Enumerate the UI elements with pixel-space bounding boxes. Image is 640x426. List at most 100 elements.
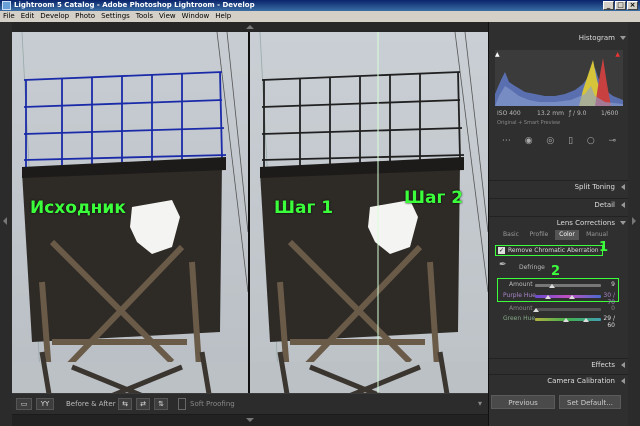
tab-color[interactable]: Color bbox=[555, 230, 579, 240]
lens-corrections-header[interactable]: Lens Corrections bbox=[489, 216, 629, 228]
amount2-knob[interactable] bbox=[533, 308, 539, 312]
window-controls: _ □ × bbox=[603, 1, 638, 10]
effects-header[interactable]: Effects bbox=[489, 358, 629, 370]
detail-header[interactable]: Detail bbox=[489, 198, 629, 210]
swap-before-after-button[interactable]: ⇅ bbox=[154, 398, 168, 410]
maximize-button[interactable]: □ bbox=[615, 1, 626, 10]
viewer-toolbar: ▭ YY Before & After : ⇆ ⇄ ⇅ Soft Proofin… bbox=[12, 393, 488, 414]
remove-ca-row[interactable]: ✓ Remove Chromatic Aberration bbox=[495, 245, 603, 256]
caption-step2: Шаг 2 bbox=[404, 188, 464, 208]
amount2-slider[interactable] bbox=[535, 308, 601, 311]
green-hue-knob-high[interactable] bbox=[583, 318, 589, 322]
shadow-clipping-icon[interactable]: ▲ bbox=[495, 51, 500, 58]
tool-strip: ⋯ ◉ ◎ ▯ ○ ⊸ bbox=[495, 132, 623, 150]
soft-proofing-label: Soft Proofing bbox=[190, 400, 235, 408]
tab-profile[interactable]: Profile bbox=[525, 230, 553, 240]
menu-photo[interactable]: Photo bbox=[72, 11, 98, 22]
split-toning-header[interactable]: Split Toning bbox=[489, 180, 629, 192]
amount2-label: Amount bbox=[509, 305, 533, 312]
menu-window[interactable]: Window bbox=[179, 11, 213, 22]
purple-hue-knob-high[interactable] bbox=[569, 295, 575, 299]
graduated-filter-icon[interactable]: ▯ bbox=[568, 136, 573, 146]
highlight-clipping-icon[interactable]: ▲ bbox=[615, 51, 620, 58]
expand-split-toning-icon[interactable] bbox=[621, 184, 625, 190]
toolbar-menu-icon[interactable]: ▾ bbox=[478, 399, 482, 408]
collapse-histogram-icon[interactable] bbox=[620, 36, 626, 40]
amount1-value: 9 bbox=[611, 281, 615, 288]
filmstrip-collapsed[interactable] bbox=[12, 415, 488, 426]
expand-detail-icon[interactable] bbox=[621, 202, 625, 208]
photo-original bbox=[12, 32, 248, 412]
loupe-view-button[interactable]: ▭ bbox=[16, 398, 32, 410]
camera-calibration-title: Camera Calibration bbox=[547, 377, 615, 385]
previous-button[interactable]: Previous bbox=[491, 395, 555, 409]
green-hue-knob-low[interactable] bbox=[563, 318, 569, 322]
radial-filter-icon[interactable]: ○ bbox=[587, 136, 595, 146]
window-title: Lightroom 5 Catalog - Adobe Photoshop Li… bbox=[14, 1, 255, 9]
collapse-lens-corrections-icon[interactable] bbox=[620, 221, 626, 225]
lens-tabs: Basic Profile Color Manual bbox=[499, 230, 611, 240]
camera-calibration-header[interactable]: Camera Calibration bbox=[489, 374, 629, 386]
expand-top-icon[interactable] bbox=[246, 25, 254, 29]
after-image: Шаг 1 Шаг 2 bbox=[250, 32, 488, 412]
caption-step1: Шаг 1 bbox=[274, 198, 334, 218]
expand-left-icon[interactable] bbox=[3, 217, 7, 225]
before-after-view-button[interactable]: YY bbox=[36, 398, 54, 410]
purple-hue-knob-low[interactable] bbox=[545, 295, 551, 299]
app-window: Lightroom 5 Catalog - Adobe Photoshop Li… bbox=[0, 0, 640, 426]
expand-filmstrip-icon[interactable] bbox=[246, 418, 254, 422]
minimize-button[interactable]: _ bbox=[603, 1, 614, 10]
amount2-value: 0 bbox=[611, 305, 615, 312]
copy-before-to-after-button[interactable]: ⇆ bbox=[118, 398, 132, 410]
menu-edit[interactable]: Edit bbox=[18, 11, 38, 22]
right-edge-collapse[interactable] bbox=[628, 22, 640, 426]
red-eye-icon[interactable]: ◎ bbox=[546, 136, 554, 146]
adjustment-brush-icon[interactable]: ⊸ bbox=[609, 136, 617, 146]
remove-ca-checkbox[interactable]: ✓ bbox=[498, 247, 505, 254]
collapse-right-icon[interactable] bbox=[632, 217, 636, 225]
eyedropper-icon[interactable]: ✒ bbox=[499, 260, 507, 270]
menu-settings[interactable]: Settings bbox=[98, 11, 133, 22]
split-toning-title: Split Toning bbox=[574, 183, 615, 191]
before-after-viewer[interactable]: Исходник Шаг 1 Шаг 2 bbox=[12, 32, 488, 412]
expand-effects-icon[interactable] bbox=[621, 362, 625, 368]
detail-title: Detail bbox=[594, 201, 615, 209]
develop-workspace: Исходник Шаг 1 Шаг 2 ▭ YY Before & After… bbox=[0, 22, 640, 426]
amount1-slider[interactable] bbox=[535, 284, 601, 287]
histogram-title: Histogram bbox=[578, 34, 615, 42]
expand-camera-calibration-icon[interactable] bbox=[621, 378, 625, 384]
set-default-button[interactable]: Set Default... bbox=[559, 395, 621, 409]
left-panel-collapsed[interactable] bbox=[0, 22, 12, 426]
histogram-graph bbox=[495, 50, 623, 106]
histogram-shutter: 1/600 bbox=[601, 110, 619, 117]
defringe-title: Defringe bbox=[519, 264, 545, 271]
top-panel-collapsed[interactable] bbox=[12, 22, 488, 32]
histogram-header[interactable]: Histogram bbox=[489, 32, 629, 44]
copy-after-to-before-button[interactable]: ⇄ bbox=[136, 398, 150, 410]
histogram-aperture: ƒ / 9.0 bbox=[569, 110, 587, 117]
histogram-focal: 13.2 mm bbox=[537, 110, 564, 117]
photo-corrected bbox=[250, 32, 488, 412]
purple-hue-value: 30 / 70 bbox=[603, 292, 615, 306]
menu-file[interactable]: File bbox=[0, 11, 18, 22]
menu-develop[interactable]: Develop bbox=[37, 11, 72, 22]
tab-manual[interactable]: Manual bbox=[583, 230, 611, 240]
tab-basic[interactable]: Basic bbox=[499, 230, 523, 240]
amount1-knob[interactable] bbox=[549, 284, 555, 288]
right-panel: Histogram ▲ ▲ ISO 400 13.2 mm ƒ / 9.0 1/… bbox=[488, 22, 629, 426]
remove-ca-label: Remove Chromatic Aberration bbox=[508, 247, 599, 254]
title-bar: Lightroom 5 Catalog - Adobe Photoshop Li… bbox=[0, 0, 640, 11]
menu-tools[interactable]: Tools bbox=[133, 11, 156, 22]
annotation-1: 1 bbox=[599, 240, 609, 255]
spot-removal-icon[interactable]: ◉ bbox=[525, 136, 533, 146]
caption-original: Исходник bbox=[30, 198, 126, 218]
preview-status: Original + Smart Preview bbox=[497, 120, 561, 126]
crop-tool-icon[interactable]: ⋯ bbox=[502, 136, 511, 146]
green-hue-value: 29 / 60 bbox=[603, 315, 615, 329]
menu-help[interactable]: Help bbox=[212, 11, 234, 22]
close-button[interactable]: × bbox=[627, 1, 638, 10]
purple-hue-label: Purple Hue bbox=[503, 292, 536, 299]
soft-proofing-checkbox[interactable] bbox=[178, 398, 186, 410]
menu-view[interactable]: View bbox=[156, 11, 179, 22]
amount1-label: Amount bbox=[509, 281, 533, 288]
